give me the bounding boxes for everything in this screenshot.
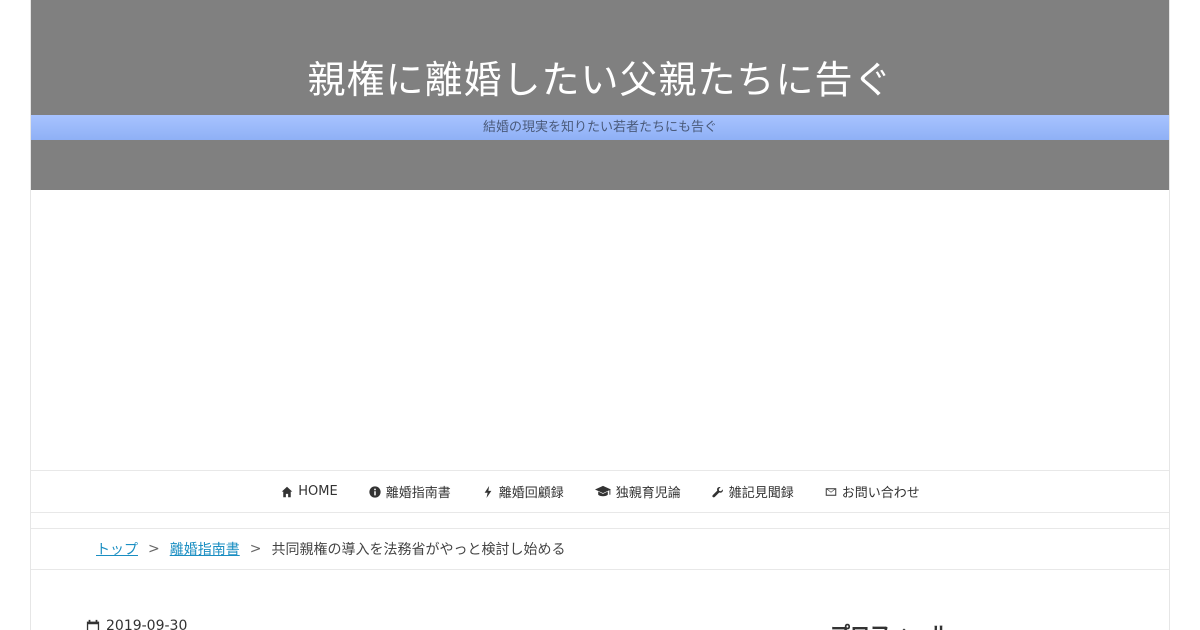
nav-item-contact[interactable]: お問い合わせ [809,471,935,512]
home-icon [280,485,294,499]
breadcrumb: トップ > 離婚指南書 > 共同親権の導入を法務省がやっと検討し始める [31,529,1169,570]
envelope-icon [824,485,838,499]
nav-item-parenting[interactable]: 独親育児論 [579,471,696,512]
site-tagline: 結婚の現実を知りたい若者たちにも告ぐ [482,120,717,135]
nav-item-divorce-memoir[interactable]: 離婚回顧録 [466,471,579,512]
site-header: 親権に離婚したい父親たちに告ぐ 結婚の現実を知りたい若者たちにも告ぐ [31,0,1169,190]
breadcrumb-top-link[interactable]: トップ [96,539,138,559]
nav-item-divorce-guide[interactable]: 離婚指南書 [353,471,466,512]
nav-item-label: HOME [298,484,338,499]
site-title[interactable]: 親権に離婚したい父親たちに告ぐ [31,56,1169,104]
nav-item-label: お問い合わせ [841,486,920,501]
nav-item-home[interactable]: HOME [265,471,352,512]
breadcrumb-current: 共同親権の導入を法務省がやっと検討し始める [271,542,566,558]
wrench-icon [711,485,725,499]
bolt-icon [481,485,495,499]
nav-item-label: 離婚指南書 [385,486,451,501]
graduation-cap-icon [594,485,612,499]
nav-item-label: 離婚回顧録 [498,486,564,501]
post-date-text: 2019-09-30 [106,618,188,630]
calendar-icon [86,619,100,630]
nav-item-miscellany[interactable]: 雑記見聞録 [696,471,809,512]
info-circle-icon [368,485,382,499]
breadcrumb-separator: > [249,541,262,557]
nav-spacer [31,513,1169,529]
nav-item-label: 独親育児論 [615,486,681,501]
tagline-band: 結婚の現実を知りたい若者たちにも告ぐ [31,115,1169,140]
page-container: 親権に離婚したい父親たちに告ぐ 結婚の現実を知りたい若者たちにも告ぐ HOME … [30,0,1170,630]
breadcrumb-separator: > [148,541,160,557]
ad-area [31,190,1169,470]
breadcrumb-category-link[interactable]: 離婚指南書 [170,539,240,559]
nav-item-label: 雑記見聞録 [728,486,794,501]
main-nav: HOME 離婚指南書 離婚回顧録 独親育児論 雑記見聞録 お問い合わせ [31,470,1169,513]
post-date: 2019-09-30 [86,618,187,630]
sidebar-profile-heading: プロフィール [830,618,950,630]
